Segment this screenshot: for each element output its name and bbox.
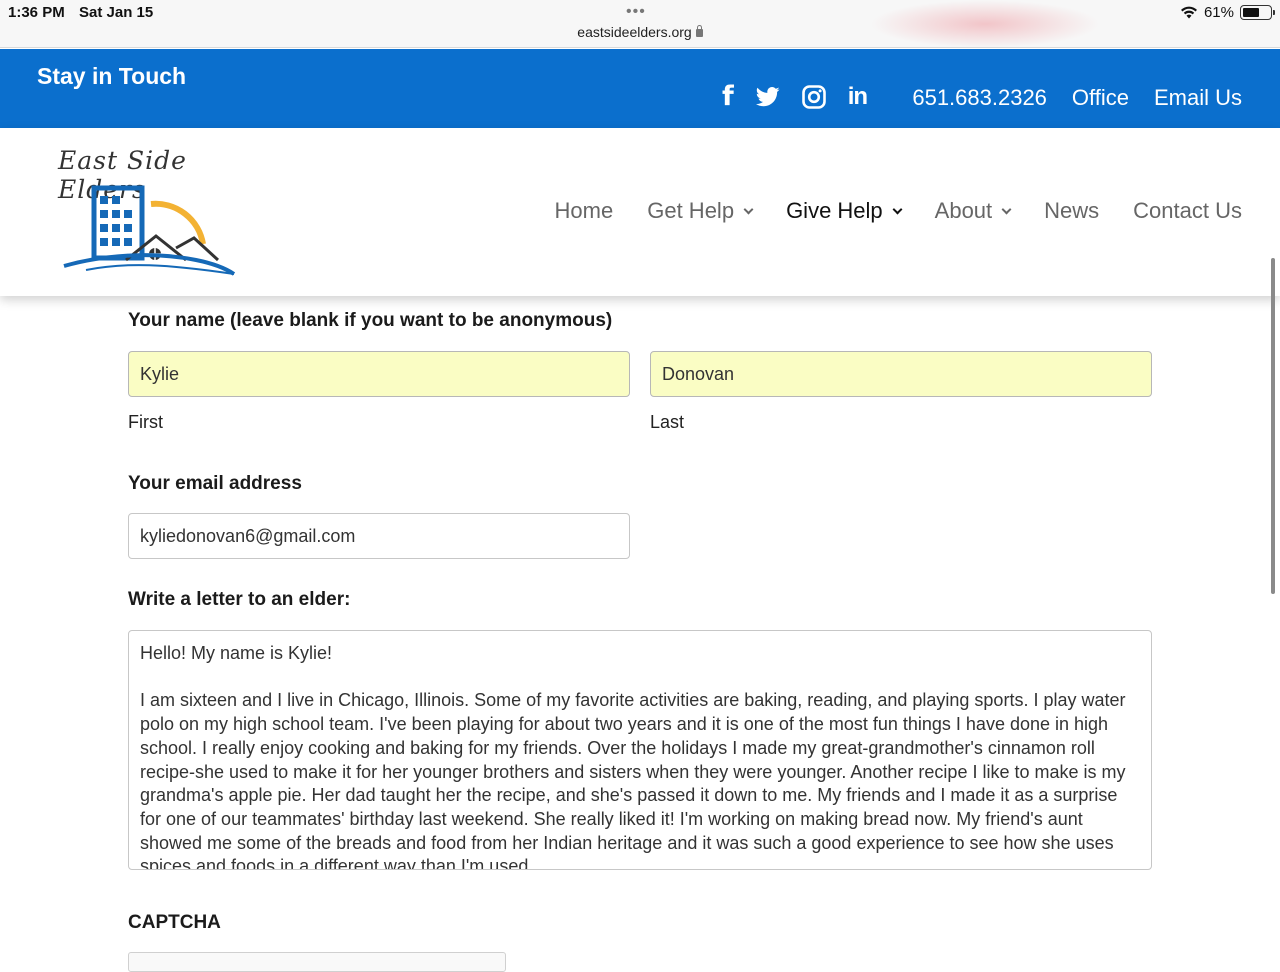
instagram-icon[interactable] [801, 85, 826, 109]
email-us-link[interactable]: Email Us [1154, 85, 1242, 111]
nav-home-label: Home [554, 198, 614, 223]
site-header: East Side Elders Home Get Help Give Help… [0, 128, 1280, 296]
phone-link[interactable]: 651.683.2326 [912, 85, 1047, 111]
chevron-down-icon [743, 204, 754, 214]
topbar-links: 651.683.2326 Office Email Us [912, 85, 1242, 111]
battery-icon [1240, 5, 1275, 20]
chevron-down-icon [892, 204, 903, 214]
logo-graphic [63, 185, 236, 276]
facebook-icon[interactable]: f [722, 83, 734, 111]
status-right: 61% [1180, 4, 1275, 21]
nav-get-help-label: Get Help [647, 198, 735, 223]
first-name-input[interactable]: Kylie [128, 351, 630, 397]
captcha-label: CAPTCHA [128, 912, 221, 933]
page-scrollbar[interactable] [1271, 258, 1275, 594]
nav-news[interactable]: News [1044, 198, 1099, 224]
last-sublabel: Last [650, 412, 685, 432]
more-options-icon[interactable]: ••• [626, 4, 646, 20]
nav-about[interactable]: About [934, 198, 1012, 224]
site-logo[interactable]: East Side Elders [56, 144, 246, 284]
nav-give-help-label: Give Help [786, 198, 883, 223]
address-bar[interactable]: eastsideelders.org [0, 24, 1280, 40]
status-time: 1:36 PM [8, 4, 65, 21]
main-nav: Home Get Help Give Help About News Conta… [521, 198, 1242, 224]
nav-give-help[interactable]: Give Help [786, 198, 903, 224]
lock-icon [695, 25, 703, 37]
nav-about-label: About [934, 198, 993, 223]
linkedin-icon[interactable]: in [848, 83, 868, 111]
nav-contact-us[interactable]: Contact Us [1133, 198, 1242, 224]
nav-home[interactable]: Home [555, 198, 614, 224]
captcha-widget[interactable] [128, 952, 506, 972]
letter-textarea[interactable]: Hello! My name is Kylie! I am sixteen an… [128, 630, 1152, 870]
nav-get-help[interactable]: Get Help [647, 198, 754, 224]
name-label: Your name (leave blank if you want to be… [128, 310, 613, 331]
office-link[interactable]: Office [1072, 85, 1129, 111]
last-name-input[interactable]: Donovan [650, 351, 1152, 397]
email-label: Your email address [128, 473, 302, 494]
twitter-icon[interactable] [755, 87, 780, 107]
email-input[interactable]: kyliedonovan6@gmail.com [128, 513, 630, 559]
letter-label: Write a letter to an elder: [128, 589, 351, 610]
letter-form: Your name (leave blank if you want to be… [0, 296, 1280, 972]
wifi-icon [1180, 6, 1198, 19]
nav-news-label: News [1044, 198, 1100, 223]
status-date: Sat Jan 15 [79, 4, 154, 21]
url-text: eastsideelders.org [577, 24, 692, 40]
chevron-down-icon [1001, 204, 1012, 214]
social-links: f in [722, 83, 868, 111]
browser-status-bar: 1:36 PM Sat Jan 15 ••• eastsideelders.or… [0, 0, 1280, 48]
stay-in-touch-title: Stay in Touch [37, 63, 187, 89]
first-sublabel: First [128, 412, 163, 432]
battery-percent: 61% [1203, 4, 1234, 21]
top-contact-bar: Stay in Touch f in 651.683.2326 Office E… [0, 49, 1280, 128]
nav-contact-us-label: Contact Us [1133, 198, 1242, 223]
